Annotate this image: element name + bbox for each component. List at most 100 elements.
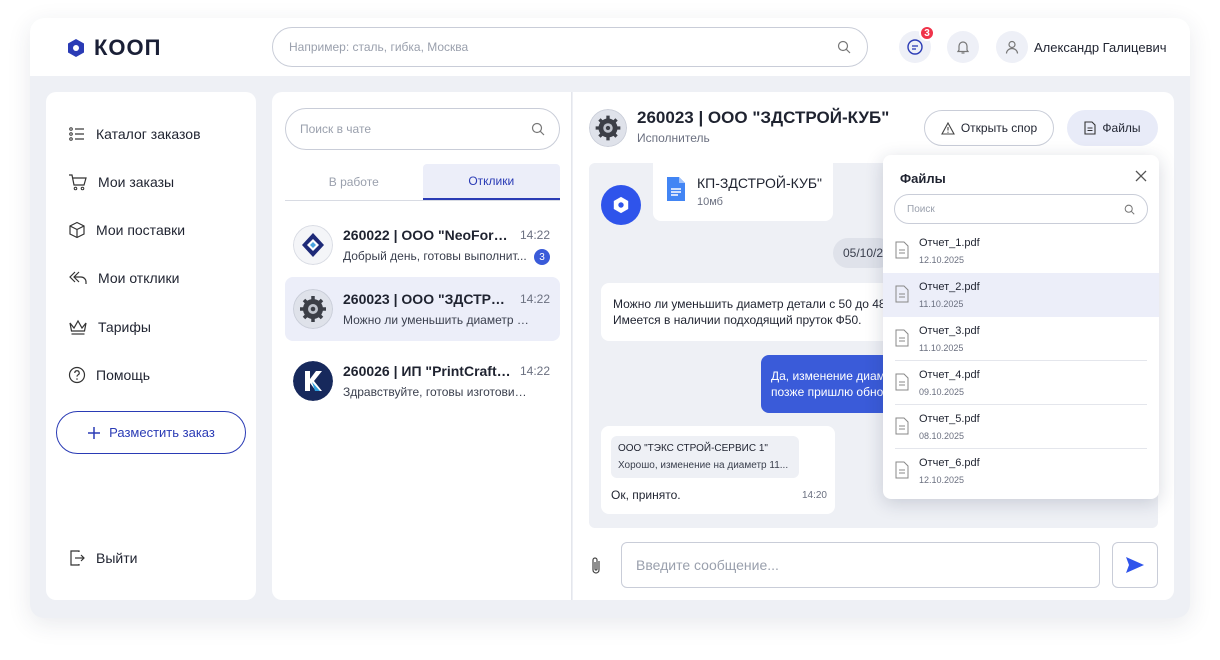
user-icon	[1005, 40, 1019, 54]
chat-list-panel: В работе Отклики 260022 | ООО "NeoForm..…	[272, 92, 572, 600]
crown-icon	[69, 319, 87, 335]
chat-search[interactable]	[285, 108, 560, 150]
file-icon	[895, 241, 909, 259]
file-name: Отчет_2.pdf	[919, 281, 980, 293]
avatar	[589, 109, 627, 147]
google-doc-icon	[667, 177, 685, 201]
chat-header-title: 260023 | ООО "ЗДСТРОЙ-КУБ"	[637, 108, 890, 127]
file-name: Отчет_5.pdf	[919, 413, 980, 425]
notifications-button[interactable]	[947, 31, 979, 63]
file-icon	[895, 285, 909, 303]
open-dispute-label: Открыть спор	[960, 121, 1038, 135]
chat-bubble-icon	[907, 39, 923, 55]
sidebar-item-my-responses[interactable]: Мои отклики	[68, 269, 179, 287]
chat-header-role: Исполнитель	[637, 131, 710, 145]
place-order-button[interactable]: Разместить заказ	[56, 411, 246, 454]
file-date: 11.10.2025	[919, 299, 964, 309]
file-icon	[895, 329, 909, 347]
quoted-author: ООО "ТЭКС СТРОЙ-СЕРВИС 1"	[618, 443, 768, 454]
file-icon	[895, 417, 909, 435]
tab-in-progress[interactable]: В работе	[285, 164, 423, 200]
chat-list-item[interactable]: 260022 | ООО "NeoForm... 14:22 Добрый де…	[285, 213, 560, 277]
help-icon	[68, 366, 86, 384]
paperclip-icon	[592, 557, 600, 574]
message-text-line: позже пришлю обно	[771, 385, 884, 399]
avatar	[293, 225, 333, 265]
attach-button[interactable]	[589, 556, 603, 581]
cart-icon	[69, 174, 87, 191]
sidebar-item-help[interactable]: Помощь	[68, 366, 150, 384]
chats-button[interactable]: 3	[899, 25, 935, 63]
files-button[interactable]: Файлы	[1067, 110, 1158, 146]
sidebar: Каталог заказов Мои заказы Мои поставки …	[46, 92, 256, 600]
file-date: 08.10.2025	[919, 431, 965, 441]
message-text-line: Да, изменение диам	[771, 369, 885, 383]
incoming-message[interactable]: ООО "ТЭКС СТРОЙ-СЕРВИС 1" Хорошо, измене…	[601, 426, 835, 514]
file-list-item[interactable]: Отчет_5.pdf 08.10.2025	[883, 405, 1159, 449]
file-icon	[895, 373, 909, 391]
chat-list-item-selected[interactable]: 260023 | ООО "ЗДСТРО... 14:22 Можно ли у…	[285, 277, 560, 341]
files-search[interactable]	[894, 194, 1148, 224]
send-icon	[1126, 557, 1144, 573]
file-date: 12.10.2025	[919, 255, 965, 265]
chat-unread-badge: 3	[919, 25, 935, 41]
user-avatar[interactable]	[996, 31, 1028, 63]
chat-time: 14:22	[519, 364, 550, 378]
files-search-input[interactable]	[907, 203, 1124, 215]
files-popover: Файлы Отчет_1.pdf 12.10.2025 Отчет_2.pdf…	[883, 155, 1159, 499]
logo[interactable]: КООП	[66, 35, 161, 61]
chat-time: 14:22	[519, 292, 550, 306]
tab-responses[interactable]: Отклики	[422, 164, 560, 200]
catalog-list-icon	[69, 127, 84, 141]
outgoing-message[interactable]: Да, изменение диам позже пришлю обно	[761, 355, 891, 413]
sidebar-item-tariffs[interactable]: Тарифы	[68, 318, 151, 336]
reply-all-icon	[69, 271, 87, 284]
message-input[interactable]	[636, 557, 1085, 573]
quoted-message[interactable]: ООО "ТЭКС СТРОЙ-СЕРВИС 1" Хорошо, измене…	[611, 436, 799, 478]
file-list-item[interactable]: Отчет_3.pdf 11.10.2025	[883, 317, 1159, 361]
search-icon[interactable]	[837, 40, 851, 54]
send-button[interactable]	[1112, 542, 1158, 588]
file-list-item[interactable]: Отчет_6.pdf 12.10.2025	[883, 449, 1159, 493]
place-order-label: Разместить заказ	[109, 425, 215, 440]
unread-badge: 3	[534, 249, 550, 265]
message-composer[interactable]	[621, 542, 1100, 588]
file-message[interactable]: КП-ЗДСТРОЙ-КУБ" 10мб	[653, 163, 833, 221]
global-search-input[interactable]	[289, 40, 837, 54]
files-label: Файлы	[1102, 121, 1141, 135]
sidebar-item-label: Мои поставки	[96, 222, 186, 238]
close-icon[interactable]	[1135, 169, 1147, 187]
incoming-message[interactable]: Можно ли уменьшить диаметр детали с 50 д…	[601, 283, 891, 341]
sidebar-item-my-supplies[interactable]: Мои поставки	[68, 221, 185, 239]
chat-preview: Добрый день, готовы выполнит...	[343, 249, 527, 263]
global-search[interactable]	[272, 27, 868, 67]
logo-hexagon-icon	[68, 39, 84, 57]
logout-button[interactable]: Выйти	[68, 549, 137, 567]
user-name[interactable]: Александр Галицевич	[1034, 40, 1167, 55]
chat-preview: Можно ли уменьшить диаметр дет...	[343, 313, 529, 327]
file-list-item[interactable]: Отчет_4.pdf 09.10.2025	[883, 361, 1159, 405]
top-bar: КООП 3 Александр Галицевич	[30, 18, 1190, 76]
search-icon[interactable]	[1124, 204, 1135, 215]
sidebar-item-label: Помощь	[96, 367, 151, 383]
chat-title: 260022 | ООО "NeoForm...	[343, 227, 511, 243]
sidebar-item-my-orders[interactable]: Мои заказы	[68, 173, 174, 191]
sidebar-item-label: Мои заказы	[98, 174, 175, 190]
file-date: 09.10.2025	[919, 387, 965, 397]
sender-avatar	[601, 185, 641, 225]
chat-tabs: В работе Отклики	[285, 164, 560, 201]
message-text-line: Имеется в наличии подходящий пруток Ф50.	[613, 313, 862, 327]
document-icon	[1084, 121, 1096, 135]
search-icon[interactable]	[531, 122, 545, 136]
chat-search-input[interactable]	[300, 122, 531, 136]
file-list-item-selected[interactable]: Отчет_2.pdf 11.10.2025	[883, 273, 1159, 317]
file-name: Отчет_6.pdf	[919, 457, 980, 469]
file-name: Отчет_3.pdf	[919, 325, 980, 337]
chat-list-item[interactable]: 260026 | ИП "PrintCraft Т... 14:22 Здрав…	[285, 349, 560, 413]
open-dispute-button[interactable]: Открыть спор	[924, 110, 1054, 146]
sidebar-item-catalog[interactable]: Каталог заказов	[68, 125, 201, 143]
file-list-item[interactable]: Отчет_1.pdf 12.10.2025	[883, 229, 1159, 273]
plus-icon	[88, 426, 101, 439]
file-message-name: КП-ЗДСТРОЙ-КУБ"	[697, 175, 823, 191]
files-popover-title: Файлы	[900, 171, 946, 186]
